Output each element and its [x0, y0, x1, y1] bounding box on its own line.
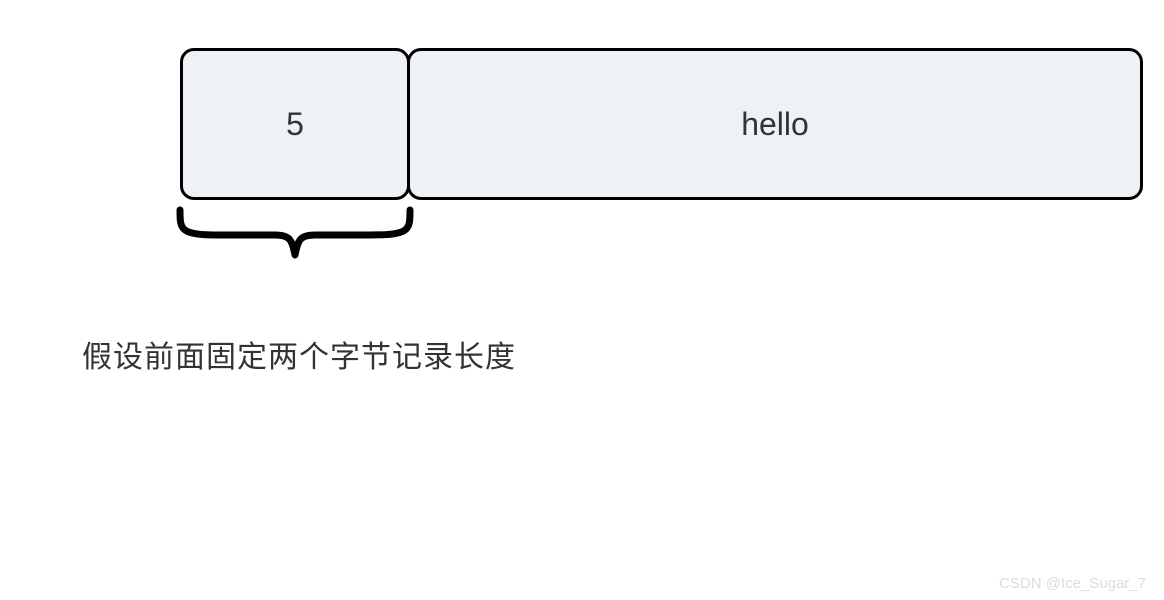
brace-icon — [170, 200, 420, 280]
diagram-container: 5 hello — [180, 48, 1143, 200]
watermark-text: CSDN @Ice_Sugar_7 — [999, 575, 1146, 592]
length-value: 5 — [286, 106, 304, 143]
packet-boxes: 5 hello — [180, 48, 1143, 200]
payload-value: hello — [741, 106, 809, 143]
payload-box: hello — [407, 48, 1143, 200]
length-prefix-box: 5 — [180, 48, 410, 200]
caption-text: 假设前面固定两个字节记录长度 — [82, 332, 516, 376]
